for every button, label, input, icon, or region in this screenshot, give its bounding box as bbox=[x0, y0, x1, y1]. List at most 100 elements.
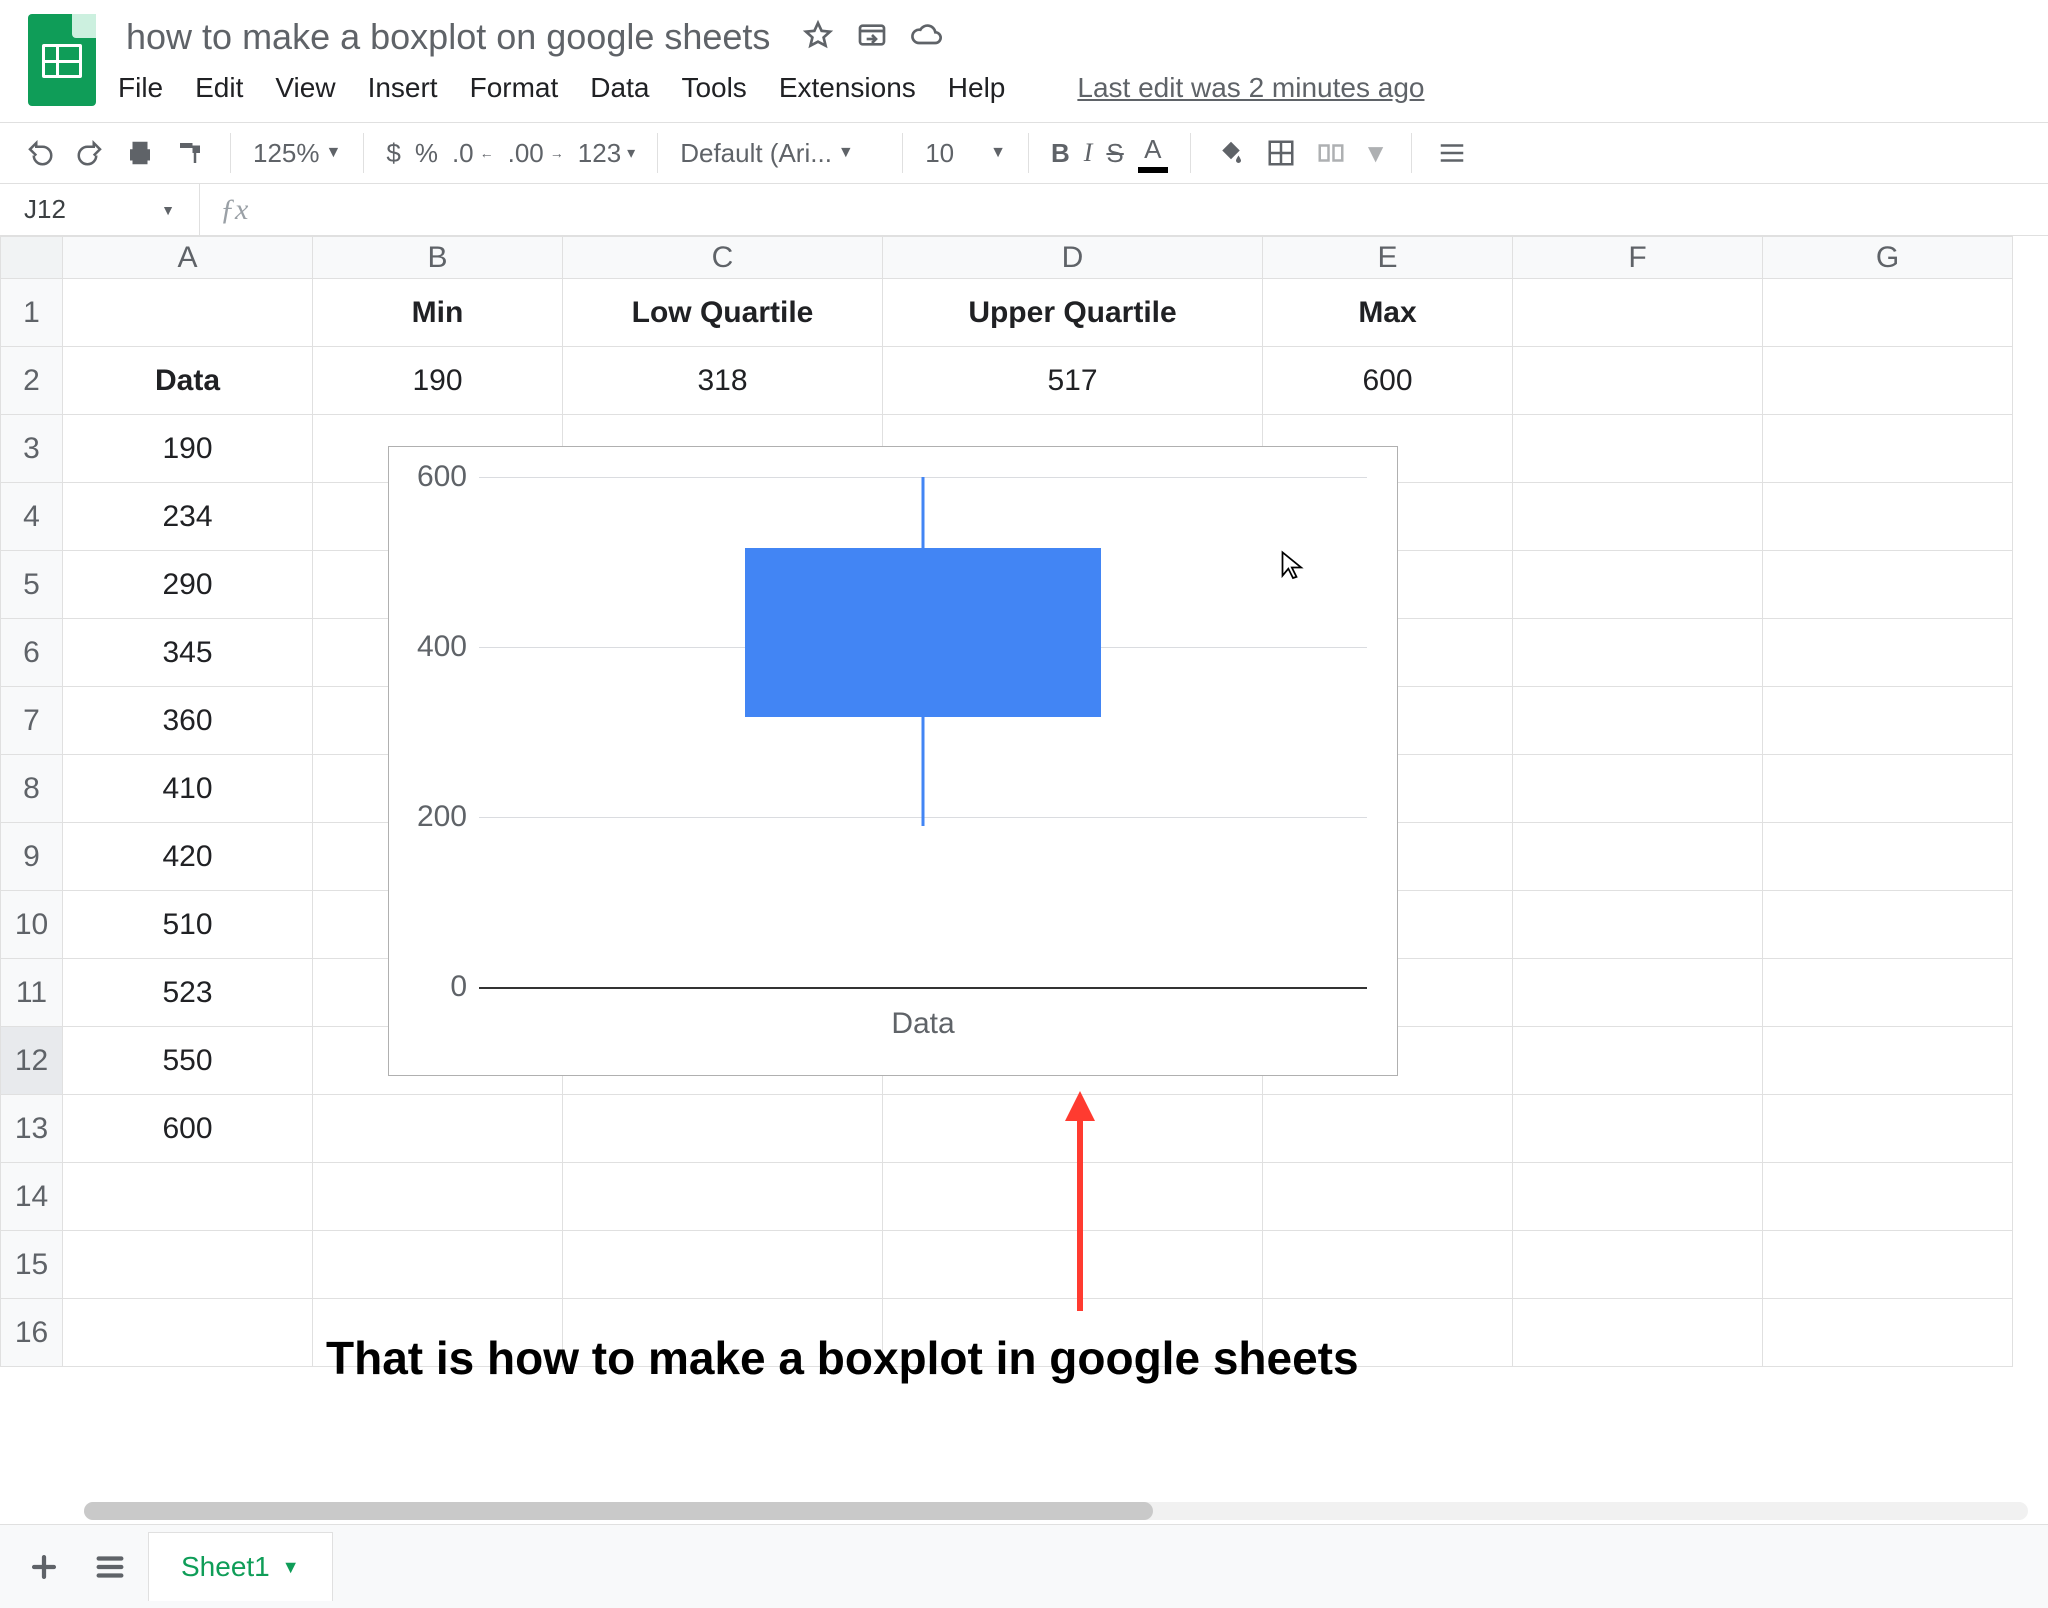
sheets-logo-icon[interactable] bbox=[28, 14, 96, 106]
strikethrough-button[interactable]: S bbox=[1106, 138, 1123, 169]
toolbar: 125%▼ $ % .0← .00→ 123▾ Default (Ari...▼… bbox=[0, 123, 2048, 183]
font-size-dropdown[interactable]: 10▼ bbox=[925, 138, 1006, 169]
col-header-G[interactable]: G bbox=[1763, 237, 2013, 279]
more-formats-dropdown[interactable]: 123▾ bbox=[578, 138, 635, 169]
horizontal-scrollbar[interactable] bbox=[84, 1502, 2028, 1520]
cell[interactable]: Low Quartile bbox=[563, 279, 883, 347]
cell[interactable]: 290 bbox=[63, 551, 313, 619]
menu-help[interactable]: Help bbox=[948, 72, 1006, 104]
row-header[interactable]: 15 bbox=[1, 1231, 63, 1299]
row-header[interactable]: 4 bbox=[1, 483, 63, 551]
redo-button[interactable] bbox=[72, 135, 108, 171]
cell[interactable]: Upper Quartile bbox=[883, 279, 1263, 347]
col-header-E[interactable]: E bbox=[1263, 237, 1513, 279]
fill-color-button[interactable] bbox=[1213, 135, 1249, 171]
menu-edit[interactable]: Edit bbox=[195, 72, 243, 104]
cell[interactable]: 190 bbox=[63, 415, 313, 483]
cell[interactable]: 517 bbox=[883, 347, 1263, 415]
col-header-A[interactable]: A bbox=[63, 237, 313, 279]
decrease-decimal-button[interactable]: .0← bbox=[452, 138, 494, 169]
italic-button[interactable]: I bbox=[1084, 138, 1093, 168]
row-header[interactable]: 8 bbox=[1, 755, 63, 823]
cell[interactable]: 360 bbox=[63, 687, 313, 755]
font-family-dropdown[interactable]: Default (Ari...▼ bbox=[680, 138, 880, 169]
paint-format-button[interactable] bbox=[172, 135, 208, 171]
col-header-F[interactable]: F bbox=[1513, 237, 1763, 279]
row-header[interactable]: 5 bbox=[1, 551, 63, 619]
horizontal-align-button[interactable] bbox=[1434, 135, 1470, 171]
row-header[interactable]: 9 bbox=[1, 823, 63, 891]
cloud-status-icon[interactable] bbox=[910, 19, 942, 56]
row-header[interactable]: 3 bbox=[1, 415, 63, 483]
cell[interactable]: 234 bbox=[63, 483, 313, 551]
menu-tools[interactable]: Tools bbox=[681, 72, 746, 104]
spreadsheet-grid[interactable]: A B C D E F G 1 Min Low Quartile Upper Q… bbox=[0, 236, 2048, 1524]
cell[interactable]: 600 bbox=[63, 1095, 313, 1163]
borders-button[interactable] bbox=[1263, 135, 1299, 171]
mouse-cursor-icon bbox=[1279, 547, 1307, 581]
all-sheets-button[interactable] bbox=[82, 1539, 138, 1595]
row-header[interactable]: 13 bbox=[1, 1095, 63, 1163]
add-sheet-button[interactable] bbox=[16, 1539, 72, 1595]
cell[interactable]: 550 bbox=[63, 1027, 313, 1095]
annotation-caption: That is how to make a boxplot in google … bbox=[326, 1331, 1359, 1385]
sheet-tab-bar: Sheet1▼ bbox=[0, 1524, 2048, 1608]
boxplot-chart[interactable]: 0 200 400 600 Data bbox=[388, 446, 1398, 1076]
y-tick-label: 0 bbox=[450, 970, 467, 1004]
increase-decimal-button[interactable]: .00→ bbox=[508, 138, 564, 169]
row-header[interactable]: 6 bbox=[1, 619, 63, 687]
cell[interactable]: 345 bbox=[63, 619, 313, 687]
undo-button[interactable] bbox=[22, 135, 58, 171]
doc-header: how to make a boxplot on google sheets F… bbox=[0, 0, 2048, 106]
x-axis-label: Data bbox=[891, 1007, 954, 1041]
menu-extensions[interactable]: Extensions bbox=[779, 72, 916, 104]
row-header[interactable]: 1 bbox=[1, 279, 63, 347]
col-header-D[interactable]: D bbox=[883, 237, 1263, 279]
cell[interactable]: 410 bbox=[63, 755, 313, 823]
boxplot-box bbox=[745, 548, 1100, 717]
cell[interactable]: 420 bbox=[63, 823, 313, 891]
doc-title[interactable]: how to make a boxplot on google sheets bbox=[118, 14, 778, 60]
cell[interactable]: 523 bbox=[63, 959, 313, 1027]
menu-file[interactable]: File bbox=[118, 72, 163, 104]
menu-bar: File Edit View Insert Format Data Tools … bbox=[118, 72, 2028, 104]
last-edit-link[interactable]: Last edit was 2 minutes ago bbox=[1077, 72, 1424, 104]
text-color-button[interactable]: A bbox=[1138, 134, 1168, 173]
name-box[interactable]: J12 ▼ bbox=[0, 184, 200, 235]
cell[interactable]: Min bbox=[313, 279, 563, 347]
star-icon[interactable] bbox=[802, 19, 834, 56]
y-tick-label: 600 bbox=[417, 460, 467, 494]
print-button[interactable] bbox=[122, 135, 158, 171]
y-tick-label: 400 bbox=[417, 630, 467, 664]
sheet-tab[interactable]: Sheet1▼ bbox=[148, 1532, 333, 1601]
menu-insert[interactable]: Insert bbox=[368, 72, 438, 104]
format-currency-button[interactable]: $ bbox=[386, 138, 400, 169]
select-all-corner[interactable] bbox=[1, 237, 63, 279]
cell[interactable]: 510 bbox=[63, 891, 313, 959]
y-tick-label: 200 bbox=[417, 800, 467, 834]
cell[interactable]: 600 bbox=[1263, 347, 1513, 415]
cell[interactable]: Max bbox=[1263, 279, 1513, 347]
zoom-dropdown[interactable]: 125%▼ bbox=[253, 138, 341, 169]
annotation-arrow-icon bbox=[1060, 1091, 1100, 1311]
cell[interactable]: 190 bbox=[313, 347, 563, 415]
fx-icon: ƒx bbox=[200, 193, 268, 227]
col-header-B[interactable]: B bbox=[313, 237, 563, 279]
menu-data[interactable]: Data bbox=[590, 72, 649, 104]
col-header-C[interactable]: C bbox=[563, 237, 883, 279]
cell[interactable]: Data bbox=[63, 347, 313, 415]
menu-format[interactable]: Format bbox=[470, 72, 559, 104]
cell[interactable]: 318 bbox=[563, 347, 883, 415]
merge-cells-button[interactable] bbox=[1313, 135, 1349, 171]
row-header[interactable]: 7 bbox=[1, 687, 63, 755]
row-header[interactable]: 16 bbox=[1, 1299, 63, 1367]
format-percent-button[interactable]: % bbox=[415, 138, 438, 169]
row-header[interactable]: 12 bbox=[1, 1027, 63, 1095]
bold-button[interactable]: B bbox=[1051, 138, 1070, 169]
row-header[interactable]: 2 bbox=[1, 347, 63, 415]
menu-view[interactable]: View bbox=[275, 72, 335, 104]
move-icon[interactable] bbox=[856, 19, 888, 56]
row-header[interactable]: 11 bbox=[1, 959, 63, 1027]
row-header[interactable]: 14 bbox=[1, 1163, 63, 1231]
row-header[interactable]: 10 bbox=[1, 891, 63, 959]
